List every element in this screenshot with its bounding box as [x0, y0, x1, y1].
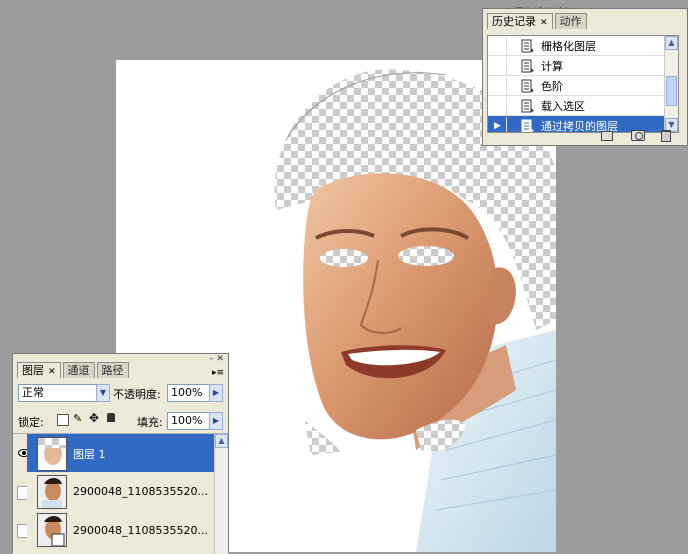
- scroll-up-icon[interactable]: ▲: [215, 434, 228, 448]
- layers-list: 图层 1 2900048_1108535520... 2900048_11085…: [13, 433, 228, 554]
- fill-label: 填充:: [137, 416, 163, 429]
- history-state-icon: [521, 39, 535, 53]
- layers-scrollbar[interactable]: ▲: [214, 434, 228, 554]
- close-icon[interactable]: ✕: [48, 367, 56, 377]
- history-item-label: 色阶: [541, 79, 563, 93]
- layer-thumbnail: [37, 436, 67, 471]
- tab-paths[interactable]: 路径: [96, 362, 129, 378]
- opacity-label: 不透明度:: [113, 388, 161, 401]
- history-state-icon: [521, 99, 535, 113]
- layer-name: 2900048_1108535520...: [73, 485, 208, 498]
- history-scrollbar[interactable]: ▲ ▼: [664, 36, 678, 132]
- camera-icon[interactable]: [631, 130, 645, 141]
- history-item-label: 载入选区: [541, 99, 585, 113]
- chevron-down-icon[interactable]: ▼: [96, 384, 110, 402]
- history-state-icon: [521, 59, 535, 73]
- lock-transparency-icon[interactable]: [57, 414, 69, 426]
- history-list: 栅格化图层 计算 色阶 载入选区 ▶ 通过拷贝的图层 ▲ ▼: [487, 35, 679, 133]
- history-state-icon: [521, 119, 535, 132]
- history-item-selected[interactable]: ▶ 通过拷贝的图层: [488, 116, 678, 132]
- trash-icon[interactable]: [661, 130, 671, 142]
- history-pointer-icon: ▶: [494, 120, 501, 131]
- blend-mode-value: 正常: [22, 386, 44, 399]
- opacity-arrow-icon[interactable]: ▶: [209, 384, 223, 402]
- history-item[interactable]: 计算: [488, 56, 678, 76]
- history-item-label: 栅格化图层: [541, 39, 596, 53]
- history-snapshot-box[interactable]: [490, 36, 507, 55]
- history-snapshot-box[interactable]: ▶: [490, 116, 507, 132]
- tab-actions[interactable]: 动作: [554, 13, 587, 29]
- lock-brush-icon[interactable]: ✎: [73, 412, 82, 425]
- opacity-input[interactable]: 100%: [167, 384, 211, 402]
- layer-thumbnail: [37, 474, 67, 509]
- tab-channels[interactable]: 通道: [62, 362, 95, 378]
- layer-name: 2900048_1108535520...: [73, 523, 208, 537]
- history-snapshot-box[interactable]: [490, 56, 507, 75]
- lock-all-icon[interactable]: [107, 413, 115, 422]
- lock-label: 锁定:: [18, 416, 44, 429]
- close-icon[interactable]: ✕: [540, 18, 548, 28]
- tab-layers-label: 图层: [22, 364, 44, 377]
- layer-row[interactable]: 2900048_1108535520...: [27, 472, 225, 512]
- layer-name: 图层 1: [73, 447, 106, 461]
- scroll-thumb[interactable]: [666, 76, 677, 106]
- lock-move-icon[interactable]: ✥: [89, 411, 99, 425]
- history-item[interactable]: 色阶: [488, 76, 678, 96]
- layer-row-selected[interactable]: 图层 1: [27, 434, 225, 474]
- tab-history[interactable]: 历史记录 ✕: [487, 13, 553, 29]
- history-item[interactable]: 载入选区: [488, 96, 678, 116]
- history-snapshot-box[interactable]: [490, 76, 507, 95]
- history-panel: 历史记录 ✕ 动作 栅格化图层 计算 色阶 载入选区 ▶ 通过拷贝的图层 ▲ ▼: [482, 8, 688, 146]
- tab-paths-label: 路径: [101, 364, 124, 377]
- tab-layers[interactable]: 图层 ✕: [17, 362, 61, 378]
- history-item-label: 计算: [541, 59, 563, 73]
- fill-arrow-icon[interactable]: ▶: [209, 412, 223, 430]
- tab-actions-label: 动作: [559, 15, 582, 28]
- fill-value: 100%: [171, 414, 203, 427]
- fill-input[interactable]: 100%: [167, 412, 211, 430]
- panel-menu-icon[interactable]: ▸≡: [212, 368, 224, 378]
- tab-channels-label: 通道: [67, 364, 90, 377]
- new-document-from-state-icon[interactable]: [601, 131, 613, 141]
- tab-history-label: 历史记录: [492, 15, 536, 28]
- layer-row[interactable]: 2900048_1108535520...: [27, 510, 225, 550]
- layers-panel: – ✕ 图层 ✕ 通道 路径 ▸≡ 正常 ▼ 不透明度: 100% ▶ 锁定: ✎…: [12, 353, 229, 554]
- layer-thumbnail: [37, 513, 67, 547]
- history-item[interactable]: 栅格化图层: [488, 36, 678, 56]
- history-snapshot-box[interactable]: [490, 96, 507, 115]
- panel-close-icon[interactable]: – ✕: [209, 354, 224, 364]
- scroll-up-icon[interactable]: ▲: [665, 36, 678, 50]
- history-state-icon: [521, 79, 535, 93]
- opacity-value: 100%: [171, 386, 203, 399]
